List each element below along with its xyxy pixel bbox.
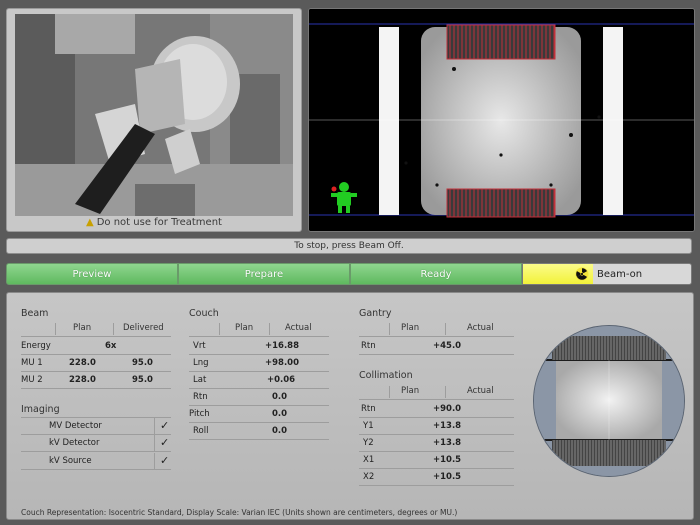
beam-row-energy: Energy 6x <box>21 338 171 355</box>
mu1-delivered-value: 95.0 <box>132 358 153 368</box>
collimation-row-x2: X2 +10.5 <box>359 469 514 486</box>
couch-row-lat: Lat +0.06 <box>189 372 329 389</box>
mu2-delivered-value: 95.0 <box>132 375 153 385</box>
couch-pitch-value: 0.0 <box>272 409 288 419</box>
beam-table-header: Plan Delivered <box>21 321 171 337</box>
room-camera-panel: ▲ Do not use for Treatment <box>6 8 302 232</box>
couch-roll-value: 0.0 <box>272 426 288 436</box>
couch-row-roll: Roll 0.0 <box>189 423 329 440</box>
kv-source-label: kV Source <box>49 456 92 466</box>
beam-row-mu2: MU 2 228.0 95.0 <box>21 372 171 389</box>
step-preview[interactable]: Preview <box>6 263 178 285</box>
collimation-table-header: Plan Actual <box>359 384 514 400</box>
couch-row-rtn: Rtn 0.0 <box>189 389 329 406</box>
room-camera-view <box>15 14 293 216</box>
step-ready-label: Ready <box>420 269 452 280</box>
collimation-row-label: Rtn <box>361 404 376 414</box>
couch-rtn-value: 0.0 <box>272 392 288 402</box>
workflow-steps: Preview Prepare Ready Beam-on <box>6 263 692 285</box>
beam-row-label: MU 1 <box>21 358 43 368</box>
beam-section-title: Beam <box>21 308 49 319</box>
gantry-row-rtn: Rtn +45.0 <box>359 338 514 355</box>
couch-row-vrt: Vrt +16.88 <box>189 338 329 355</box>
couch-row-label: Vrt <box>193 341 206 351</box>
camera-caption: ▲ Do not use for Treatment <box>7 217 301 228</box>
beams-eye-view-scope <box>533 325 685 477</box>
beam-row-label: Energy <box>21 341 51 351</box>
mlc-leaves-top <box>446 24 556 60</box>
collimation-header-plan: Plan <box>401 386 420 396</box>
mu1-plan-value: 228.0 <box>69 358 96 368</box>
treatment-room-image <box>15 14 293 216</box>
step-prepare-label: Prepare <box>244 269 284 280</box>
mu2-plan-value: 228.0 <box>69 375 96 385</box>
beam-header-plan: Plan <box>73 323 92 333</box>
gantry-row-label: Rtn <box>361 341 376 351</box>
collimation-section-title: Collimation <box>359 370 413 381</box>
collimation-header-actual: Actual <box>467 386 494 396</box>
collimator-view-graphic <box>534 326 684 476</box>
beam-row-mu1: MU 1 228.0 95.0 <box>21 355 171 372</box>
imaging-row-mv: MV Detector ✓ <box>21 417 171 435</box>
collimation-y2-value: +13.8 <box>433 438 462 448</box>
collimation-x1-value: +10.5 <box>433 455 462 465</box>
beam-imaging-panel <box>308 8 695 232</box>
collimation-row-label: X2 <box>363 472 375 482</box>
imaging-row-kv-detector: kV Detector ✓ <box>21 435 171 452</box>
kv-source-check-icon: ✓ <box>160 454 170 467</box>
collimation-row-x1: X1 +10.5 <box>359 452 514 469</box>
units-footnote: Couch Representation: Isocentric Standar… <box>21 508 458 517</box>
status-message: To stop, press Beam Off. <box>294 241 404 251</box>
radiation-icon <box>575 267 589 281</box>
collimation-row-label: X1 <box>363 455 375 465</box>
beam-row-label: MU 2 <box>21 375 43 385</box>
couch-row-label: Lng <box>193 358 209 368</box>
couch-section-title: Couch <box>189 308 219 319</box>
collimation-row-rtn: Rtn +90.0 <box>359 401 514 418</box>
imaging-row-kv-source: kV Source ✓ <box>21 453 171 470</box>
couch-lng-value: +98.00 <box>265 358 300 368</box>
step-beam-on[interactable]: Beam-on <box>522 263 692 285</box>
step-beam-on-label: Beam-on <box>597 269 643 280</box>
camera-warning-text: Do not use for Treatment <box>96 217 222 228</box>
beam-header-delivered: Delivered <box>123 323 164 333</box>
collimation-row-label: Y2 <box>363 438 374 448</box>
collimation-row-label: Y1 <box>363 421 374 431</box>
couch-row-lng: Lng +98.00 <box>189 355 329 372</box>
couch-header-actual: Actual <box>285 323 312 333</box>
couch-header-plan: Plan <box>235 323 254 333</box>
gantry-rtn-value: +45.0 <box>433 341 462 351</box>
collimation-row-y2: Y2 +13.8 <box>359 435 514 452</box>
gantry-header-plan: Plan <box>401 323 420 333</box>
mv-detector-label: MV Detector <box>49 421 102 431</box>
collimation-y1-value: +13.8 <box>433 421 462 431</box>
couch-row-label: Lat <box>193 375 207 385</box>
gantry-section-title: Gantry <box>359 308 392 319</box>
gantry-table-header: Plan Actual <box>359 321 514 337</box>
mv-detector-check-icon: ✓ <box>160 419 170 432</box>
couch-lat-value: +0.06 <box>267 375 296 385</box>
step-prepare[interactable]: Prepare <box>178 263 350 285</box>
warning-triangle-icon: ▲ <box>86 217 94 228</box>
imaging-section-title: Imaging <box>21 404 60 415</box>
step-ready[interactable]: Ready <box>350 263 522 285</box>
beam-energy-value: 6x <box>105 341 117 351</box>
collimation-x2-value: +10.5 <box>433 472 462 482</box>
couch-vrt-value: +16.88 <box>265 341 300 351</box>
collimation-rtn-value: +90.0 <box>433 404 462 414</box>
step-preview-label: Preview <box>72 269 112 280</box>
mlc-leaves-bottom <box>446 188 556 218</box>
couch-table-header: Plan Actual <box>189 321 329 337</box>
couch-row-pitch: Pitch 0.0 <box>189 406 329 423</box>
couch-row-label: Rtn <box>193 392 208 402</box>
couch-row-label: Pitch <box>189 409 210 419</box>
kv-detector-check-icon: ✓ <box>160 436 170 449</box>
collimation-row-y1: Y1 +13.8 <box>359 418 514 435</box>
couch-row-label: Roll <box>193 426 209 436</box>
mlc-field-image <box>309 9 694 231</box>
gantry-header-actual: Actual <box>467 323 494 333</box>
status-bar: To stop, press Beam Off. <box>6 238 692 254</box>
kv-detector-label: kV Detector <box>49 438 100 448</box>
